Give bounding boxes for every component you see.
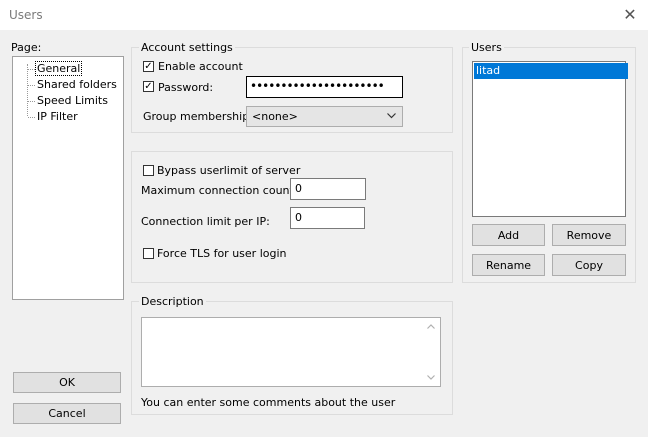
remove-user-button[interactable]: Remove: [552, 224, 626, 246]
tree-connector: [28, 101, 35, 102]
bypass-userlimit-label: Bypass userlimit of server: [157, 164, 301, 177]
check-icon: ✓: [144, 61, 153, 72]
password-field[interactable]: ••••••••••••••••••••••: [246, 76, 403, 98]
check-icon: ✓: [144, 81, 153, 92]
enable-account-label: Enable account: [158, 60, 243, 73]
password-checkbox[interactable]: ✓: [143, 81, 154, 92]
user-name: litad: [476, 64, 501, 77]
tree-connector: [28, 69, 35, 70]
force-tls-label: Force TLS for user login: [157, 247, 287, 260]
description-hint: You can enter some comments about the us…: [141, 396, 396, 409]
group-membership-value: <none>: [252, 110, 298, 123]
tree-connector: [27, 64, 28, 116]
users-title: Users: [469, 41, 504, 54]
bypass-userlimit-checkbox[interactable]: [143, 165, 154, 176]
page-tree[interactable]: [12, 56, 124, 300]
chevron-down-icon: [387, 113, 396, 119]
group-membership-label: Group membership:: [143, 110, 253, 123]
window-title: Users: [9, 8, 43, 22]
max-connection-count-label: Maximum connection count:: [141, 184, 298, 197]
description-textarea[interactable]: [141, 317, 441, 387]
description-title: Description: [139, 295, 206, 308]
account-settings-title: Account settings: [139, 41, 235, 54]
scroll-up-icon[interactable]: [427, 324, 435, 329]
page-item-shared-folders[interactable]: Shared folders: [37, 78, 117, 91]
connection-limit-per-ip-input[interactable]: 0: [290, 207, 365, 229]
cancel-button[interactable]: Cancel: [13, 403, 121, 424]
enable-account-checkbox[interactable]: ✓: [143, 61, 154, 72]
close-icon[interactable]: ✕: [618, 4, 642, 26]
page-label: Page:: [11, 41, 42, 54]
password-label: Password:: [158, 81, 214, 94]
force-tls-checkbox[interactable]: [143, 248, 154, 259]
tree-connector: [28, 85, 35, 86]
scroll-down-icon[interactable]: [427, 375, 435, 380]
ok-button[interactable]: OK: [13, 372, 121, 393]
page-item-general[interactable]: General: [34, 61, 83, 76]
copy-user-button[interactable]: Copy: [552, 254, 626, 276]
group-membership-select[interactable]: <none>: [246, 106, 403, 127]
connection-limit-per-ip-label: Connection limit per IP:: [141, 215, 270, 228]
add-user-button[interactable]: Add: [472, 224, 545, 246]
tree-connector: [28, 117, 35, 118]
page-item-ip-filter[interactable]: IP Filter: [37, 110, 78, 123]
page-item-speed-limits[interactable]: Speed Limits: [37, 94, 108, 107]
users-list[interactable]: litad: [472, 61, 628, 217]
rename-user-button[interactable]: Rename: [472, 254, 545, 276]
list-item[interactable]: litad: [474, 63, 628, 79]
max-connection-count-input[interactable]: 0: [290, 178, 366, 200]
title-bar: [0, 0, 648, 30]
